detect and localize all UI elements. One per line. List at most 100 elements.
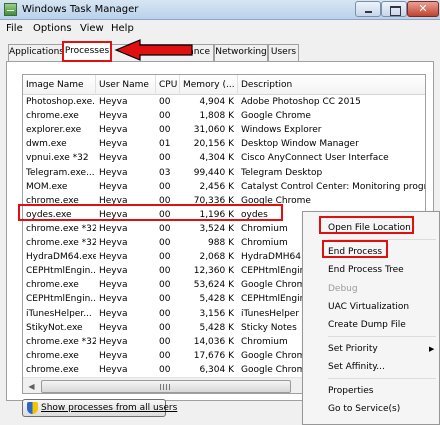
menu-open-file-location[interactable]: Open File Location bbox=[328, 220, 411, 236]
column-user-name[interactable]: User Name bbox=[96, 75, 156, 95]
process-row[interactable]: Photoshop.exe... Heyva 00 4,904 K Adobe Phot… bbox=[23, 95, 425, 109]
scroll-left-icon[interactable]: ◀ bbox=[23, 378, 40, 393]
cell-cpu: 00 bbox=[159, 209, 171, 220]
cell-user-name: Heyva bbox=[99, 125, 128, 136]
cell-memory: 3,524 K bbox=[199, 223, 234, 234]
show-all-users-button[interactable]: Show processes from all users bbox=[22, 399, 177, 417]
cell-memory: 12,360 K bbox=[193, 266, 234, 277]
process-row[interactable]: explorer.exe Heyva 00 31,060 K Windows Explo… bbox=[23, 123, 425, 137]
cell-image-name: chrome.exe bbox=[26, 111, 79, 122]
cell-user-name: Heyva bbox=[99, 209, 128, 220]
menu-separator bbox=[328, 239, 436, 240]
title-bar: Windows Task Manager ✕ bbox=[0, 0, 440, 20]
maximize-button[interactable] bbox=[381, 1, 407, 17]
submenu-arrow-icon: ▶ bbox=[429, 345, 435, 353]
menu-go-to-services[interactable]: Go to Service(s) bbox=[328, 401, 400, 417]
show-all-users-label: Show processes from all users bbox=[41, 403, 178, 413]
cell-user-name: Heyva bbox=[99, 97, 128, 107]
process-row[interactable]: vpnui.exe *32 Heyva 00 4,304 K Cisco AnyConn… bbox=[23, 151, 425, 165]
cell-memory: 6,304 K bbox=[199, 364, 234, 375]
menu-uac-virtualization[interactable]: UAC Virtualization bbox=[328, 299, 409, 315]
menu-set-affinity[interactable]: Set Affinity... bbox=[328, 359, 385, 375]
cell-description: Telegram Desktop bbox=[241, 167, 323, 178]
process-row[interactable]: chrome.exe Heyva 00 1,808 K Google Chrome bbox=[23, 109, 425, 123]
menu-debug: Debug bbox=[328, 284, 358, 294]
cell-user-name: Heyva bbox=[99, 266, 128, 277]
cell-cpu: 00 bbox=[159, 238, 171, 248]
minimize-button[interactable] bbox=[355, 1, 381, 17]
cell-image-name: CEPHtmlEngin... bbox=[26, 294, 96, 305]
cell-image-name: iTunesHelper... bbox=[26, 308, 92, 319]
menu-properties[interactable]: Properties bbox=[328, 383, 373, 399]
tab-users[interactable]: Users bbox=[268, 44, 299, 61]
cell-user-name: Heyva bbox=[99, 308, 128, 319]
column-description[interactable]: Description bbox=[238, 75, 425, 95]
cell-cpu: 00 bbox=[159, 294, 171, 305]
cell-user-name: Heyva bbox=[99, 336, 128, 347]
process-row[interactable]: MOM.exe Heyva 00 2,456 K Catalyst Control Ce… bbox=[23, 180, 425, 194]
cell-image-name: CEPHtmlEngin... bbox=[26, 266, 96, 277]
cell-user-name: Heyva bbox=[99, 139, 128, 150]
cell-cpu: 00 bbox=[159, 181, 171, 192]
menu-separator bbox=[328, 378, 436, 379]
list-header: Image Name User Name CPU Memory (... Des… bbox=[23, 75, 425, 95]
menu-end-process[interactable]: End Process bbox=[328, 244, 382, 260]
cell-user-name: Heyva bbox=[99, 280, 128, 291]
cell-cpu: 00 bbox=[159, 350, 171, 361]
cell-image-name: Photoshop.exe... bbox=[26, 97, 96, 107]
process-row[interactable]: chrome.exe Heyva 00 70,336 K Google Chrome bbox=[23, 194, 425, 208]
cell-cpu: 00 bbox=[159, 195, 171, 206]
column-image-name[interactable]: Image Name bbox=[23, 75, 96, 95]
menu-help[interactable]: Help bbox=[111, 23, 134, 34]
close-button[interactable]: ✕ bbox=[407, 1, 439, 17]
cell-memory: 2,068 K bbox=[199, 252, 234, 263]
menu-view[interactable]: View bbox=[80, 23, 104, 34]
cell-user-name: Heyva bbox=[99, 252, 128, 263]
cell-cpu: 00 bbox=[159, 266, 171, 277]
menu-file[interactable]: File bbox=[6, 23, 23, 34]
cell-user-name: Heyva bbox=[99, 294, 128, 305]
cell-user-name: Heyva bbox=[99, 181, 128, 192]
cell-memory: 70,336 K bbox=[193, 195, 234, 206]
cell-cpu: 00 bbox=[159, 125, 171, 136]
cell-image-name: chrome.exe bbox=[26, 364, 79, 375]
context-menu: Open File Location End Process End Proce… bbox=[302, 211, 440, 425]
menu-options[interactable]: Options bbox=[33, 23, 72, 34]
menu-end-process-tree[interactable]: End Process Tree bbox=[328, 262, 404, 278]
menu-bar: File Options View Help bbox=[0, 20, 440, 38]
menu-set-priority[interactable]: Set Priority bbox=[328, 341, 378, 357]
tab-processes[interactable]: Processes bbox=[62, 41, 112, 62]
column-cpu[interactable]: CPU bbox=[156, 75, 180, 95]
cell-image-name: HydraDM64.exe bbox=[26, 252, 96, 263]
cell-user-name: Heyva bbox=[99, 223, 128, 234]
cell-description: Adobe Photoshop CC 2015 bbox=[241, 97, 361, 107]
process-row[interactable]: Telegram.exe... Heyva 03 99,440 K Telegram D… bbox=[23, 166, 425, 180]
cell-image-name: chrome.exe bbox=[26, 350, 79, 361]
tab-applications[interactable]: Applications bbox=[8, 44, 64, 61]
tab-networking[interactable]: Networking bbox=[214, 44, 268, 61]
scrollbar-thumb[interactable] bbox=[41, 380, 291, 393]
cell-user-name: Heyva bbox=[99, 350, 128, 361]
cell-memory: 20,156 K bbox=[193, 139, 234, 150]
cell-image-name: dwm.exe bbox=[26, 139, 67, 150]
cell-image-name: StikyNot.exe bbox=[26, 322, 83, 333]
menu-separator bbox=[328, 336, 436, 337]
cell-cpu: 00 bbox=[159, 280, 171, 291]
process-row[interactable]: dwm.exe Heyva 01 20,156 K Desktop Window Man… bbox=[23, 137, 425, 151]
cell-image-name: MOM.exe bbox=[26, 181, 68, 192]
cell-memory: 3,156 K bbox=[199, 308, 234, 319]
cell-description: Google Chrome bbox=[241, 111, 311, 122]
cell-image-name: oydes.exe bbox=[26, 209, 72, 220]
cell-user-name: Heyva bbox=[99, 238, 128, 248]
cell-cpu: 00 bbox=[159, 322, 171, 333]
cell-user-name: Heyva bbox=[99, 322, 128, 333]
cell-cpu: 00 bbox=[159, 336, 171, 347]
cell-memory: 99,440 K bbox=[193, 167, 234, 178]
cell-memory: 14,036 K bbox=[193, 336, 234, 347]
cell-cpu: 00 bbox=[159, 252, 171, 263]
cell-memory: 17,676 K bbox=[193, 350, 234, 361]
menu-create-dump-file[interactable]: Create Dump File bbox=[328, 317, 406, 333]
annotation-arrow bbox=[114, 39, 193, 61]
column-memory[interactable]: Memory (... bbox=[180, 75, 238, 95]
cell-image-name: Telegram.exe... bbox=[26, 167, 95, 178]
